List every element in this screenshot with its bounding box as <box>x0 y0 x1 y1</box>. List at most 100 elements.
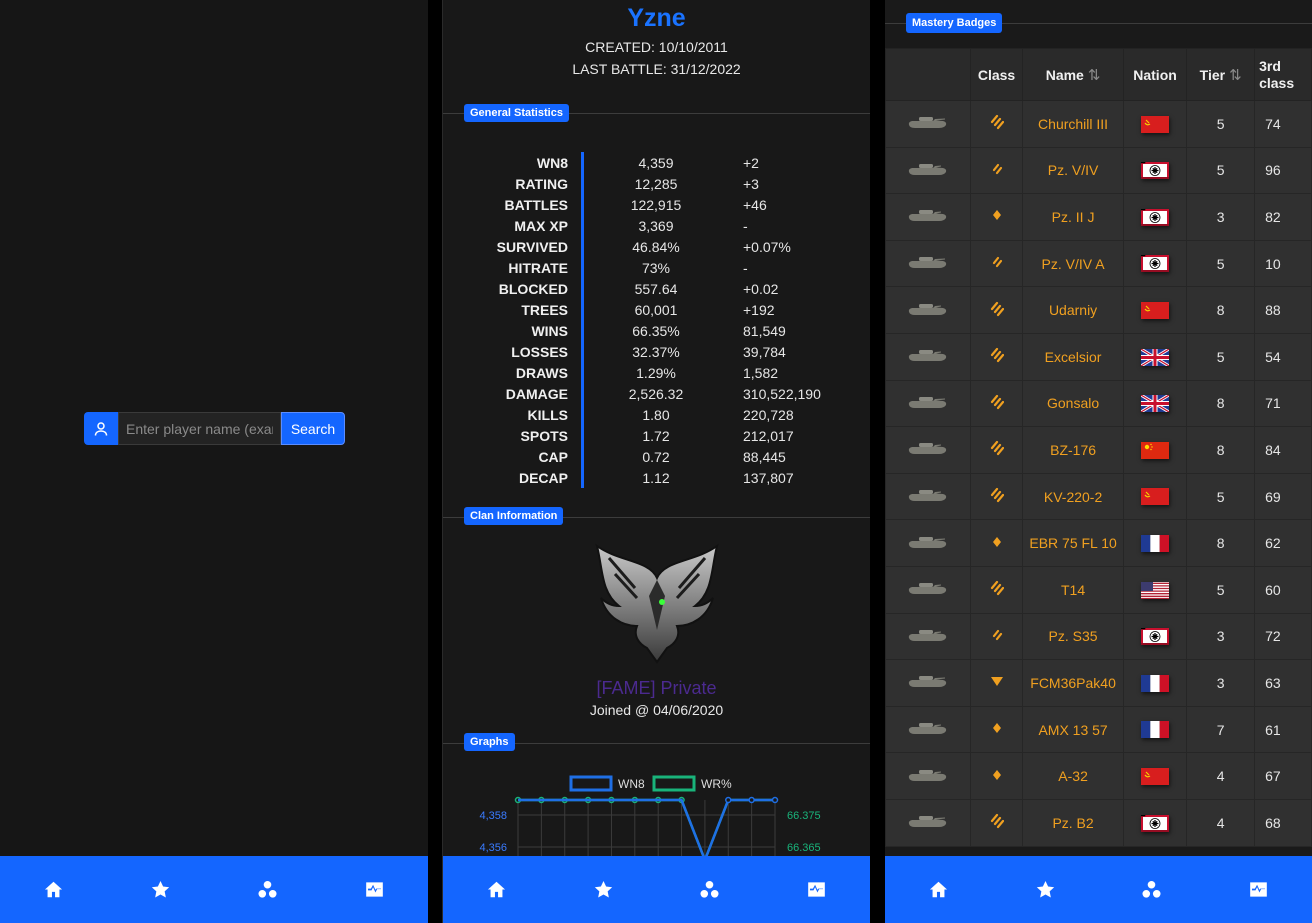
table-row[interactable]: Udarniy 8 88 <box>885 286 1312 334</box>
nav-favorites-button[interactable] <box>1025 870 1065 910</box>
column-header-third-class[interactable]: 3rd class <box>1254 48 1312 101</box>
tank-name[interactable]: Pz. B2 <box>1022 798 1124 847</box>
table-row[interactable]: Gonsalo 8 71 <box>885 379 1312 428</box>
created-date: CREATED: 10/10/2011 <box>585 39 728 55</box>
y-tick-label: 4,356 <box>479 842 507 854</box>
third-class-count: 69 <box>1254 472 1312 521</box>
stat-divider <box>581 215 584 236</box>
tank-image <box>885 426 971 474</box>
column-header-tier[interactable]: Tier ⇅ <box>1186 48 1256 101</box>
table-row[interactable]: Excelsior 5 54 <box>885 332 1312 381</box>
table-row[interactable]: Pz. V/IV 5 96 <box>885 146 1312 195</box>
nav-favorites-button[interactable] <box>583 870 623 910</box>
column-header-nation[interactable]: Nation <box>1122 48 1188 101</box>
tank-name[interactable]: Pz. V/IV <box>1022 146 1124 195</box>
tank-image <box>885 239 971 288</box>
stat-delta: 88,445 <box>743 449 786 465</box>
table-row[interactable]: AMX 13 57 7 61 <box>885 705 1312 754</box>
stat-row: KILLS 1.80 220,728 <box>443 404 870 425</box>
france-flag-icon <box>1122 705 1188 754</box>
stat-value: 12,285 <box>634 176 678 192</box>
tank-name[interactable]: FCM36Pak40 <box>1022 659 1124 707</box>
sort-icon[interactable]: ⇅ <box>1088 67 1101 84</box>
stat-delta: 220,728 <box>743 407 794 423</box>
column-header-name[interactable]: Name ⇅ <box>1022 48 1124 101</box>
bottom-nav <box>885 856 1312 923</box>
table-row[interactable]: Pz. V/IV A 5 10 <box>885 239 1312 288</box>
tank-name[interactable]: Pz. V/IV A <box>1022 239 1124 288</box>
stat-label: RATING <box>515 176 568 192</box>
nav-favorites-button[interactable] <box>141 870 181 910</box>
third-class-count: 62 <box>1254 519 1312 567</box>
stat-label: WINS <box>531 323 568 339</box>
y2-tick-label: 66.365 <box>787 842 821 854</box>
series-line <box>518 798 775 856</box>
legend-swatch <box>652 775 696 792</box>
wn8-winrate-chart: WN8 WR% 4,358 4,356 66.375 66.365 <box>479 775 821 856</box>
tank-name[interactable]: Excelsior <box>1022 332 1124 381</box>
nav-clans-button[interactable] <box>248 870 288 910</box>
clan-information-badge: Clan Information <box>464 507 564 525</box>
clan-name[interactable]: [FAME] Private <box>443 678 870 699</box>
stat-divider <box>581 194 584 215</box>
tank-name[interactable]: AMX 13 57 <box>1022 705 1124 754</box>
table-row[interactable]: BZ-176 8 84 <box>885 426 1312 474</box>
stat-value: 32.37% <box>632 344 680 360</box>
tank-name[interactable]: Churchill III <box>1022 100 1124 148</box>
table-row[interactable]: T14 5 60 <box>885 565 1312 614</box>
stat-row: WN8 4,359 +2 <box>443 152 870 173</box>
tank-name[interactable]: KV-220-2 <box>1022 472 1124 521</box>
nav-clans-button[interactable] <box>1132 870 1172 910</box>
tank-name[interactable]: Pz. II J <box>1022 193 1124 241</box>
third-class-count: 82 <box>1254 193 1312 241</box>
player-name-input[interactable] <box>118 412 281 445</box>
nav-home-button[interactable] <box>918 870 958 910</box>
medium-icon <box>969 239 1024 288</box>
nav-activity-button[interactable] <box>355 870 395 910</box>
nav-home-button[interactable] <box>476 870 516 910</box>
nav-home-button[interactable] <box>34 870 74 910</box>
search-button[interactable]: Search <box>281 412 345 445</box>
tank-tier: 4 <box>1186 752 1256 800</box>
tank-name[interactable]: T14 <box>1022 565 1124 614</box>
sort-icon[interactable]: ⇅ <box>1229 67 1242 84</box>
nav-clans-button[interactable] <box>690 870 730 910</box>
table-row[interactable]: Churchill III 5 74 <box>885 100 1312 148</box>
stat-divider <box>581 404 584 425</box>
tank-name[interactable]: EBR 75 FL 10 <box>1022 519 1124 567</box>
stat-delta: +46 <box>743 197 767 213</box>
stat-row: CAP 0.72 88,445 <box>443 446 870 467</box>
tank-image <box>885 472 971 521</box>
stat-delta: 81,549 <box>743 323 786 339</box>
table-row[interactable]: FCM36Pak40 3 63 <box>885 659 1312 707</box>
table-row[interactable]: KV-220-2 5 69 <box>885 472 1312 521</box>
tank-image <box>885 286 971 334</box>
table-row[interactable]: A-32 4 67 <box>885 752 1312 800</box>
table-row[interactable]: EBR 75 FL 10 8 62 <box>885 519 1312 567</box>
stat-value: 3,369 <box>638 218 674 234</box>
tank-name[interactable]: Pz. S35 <box>1022 612 1124 661</box>
y-tick-label: 4,358 <box>479 810 507 822</box>
table-row[interactable]: Pz. II J 3 82 <box>885 193 1312 241</box>
tank-name[interactable]: Gonsalo <box>1022 379 1124 428</box>
stat-value: 122,915 <box>630 197 682 213</box>
stat-label: TREES <box>521 302 568 318</box>
nav-activity-button[interactable] <box>797 870 837 910</box>
third-class-count: 68 <box>1254 798 1312 847</box>
tank-name[interactable]: A-32 <box>1022 752 1124 800</box>
stat-delta: +0.02 <box>743 281 779 297</box>
star-icon <box>1036 880 1054 898</box>
tank-tier: 5 <box>1186 100 1256 148</box>
medium-icon <box>969 146 1024 195</box>
tank-name[interactable]: Udarniy <box>1022 286 1124 334</box>
third-class-count: 71 <box>1254 379 1312 428</box>
third-class-count: 72 <box>1254 612 1312 661</box>
table-row[interactable]: Pz. S35 3 72 <box>885 612 1312 661</box>
clans-icon <box>1142 880 1161 898</box>
column-header-class[interactable]: Class <box>969 48 1024 101</box>
tank-name[interactable]: BZ-176 <box>1022 426 1124 474</box>
stat-row: HITRATE 73% - <box>443 257 870 278</box>
nav-activity-button[interactable] <box>1239 870 1279 910</box>
tank-image <box>885 100 971 148</box>
table-row[interactable]: Pz. B2 4 68 <box>885 798 1312 847</box>
